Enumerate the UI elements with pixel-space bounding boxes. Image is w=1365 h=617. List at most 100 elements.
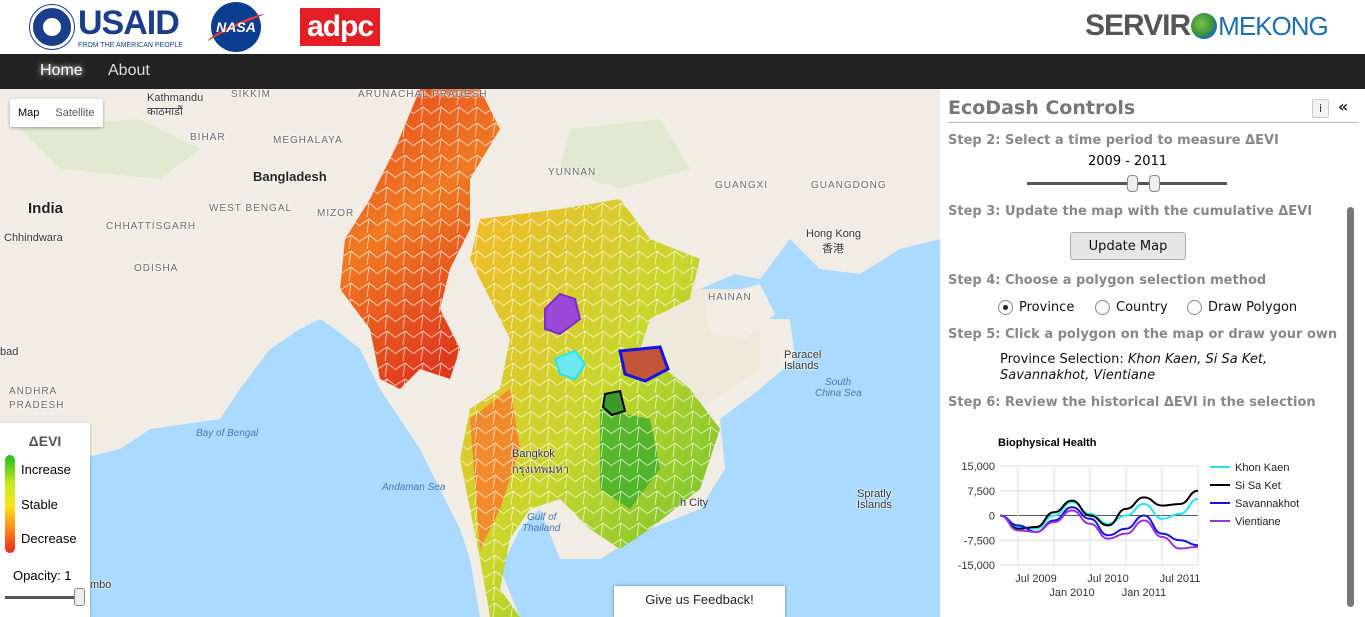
info-button[interactable]: i	[1312, 99, 1329, 118]
map-label: CHHATTISGARH	[106, 221, 197, 232]
period-slider-end-handle[interactable]	[1149, 175, 1160, 192]
biophysical-health-chart: Biophysical Health 15,000 7,500 0 -7,500 -15…	[958, 437, 1300, 599]
map-label: MIZOR	[317, 208, 355, 219]
navbar: Home About	[0, 54, 1365, 89]
collapse-panel-icon[interactable]: «	[1338, 97, 1348, 116]
adpc-logo[interactable]: adpc	[300, 8, 380, 46]
province-selection: Province Selection: Khon Kaen, Si Sa Ket…	[1000, 352, 1300, 384]
evi-legend: ΔEVI Increase Stable Decrease Opacity: 1	[0, 423, 90, 617]
y-tick-label: 0	[989, 511, 995, 523]
legend-increase-label: Increase	[21, 462, 71, 477]
y-tick-label: -7,500	[964, 535, 995, 547]
map-label: Bangladesh	[253, 169, 327, 184]
map-label: h City	[680, 497, 709, 509]
servir-mekong-logo[interactable]: SERVIR MEKONG	[1085, 8, 1329, 44]
radio-country[interactable]: Country	[1095, 300, 1168, 315]
map-label: Bangkok	[512, 448, 555, 460]
legend-entry: Vientiane	[1235, 516, 1281, 528]
map-label: Gulf of	[527, 512, 557, 523]
usaid-wordmark: USAID	[78, 3, 180, 42]
series-line-khon-kaen	[999, 498, 1199, 530]
y-tick-label: -15,000	[958, 560, 995, 572]
map-label: Islands	[784, 360, 819, 372]
map-label: SIKKIM	[231, 89, 271, 100]
globe-icon	[1191, 13, 1218, 39]
legend-title: ΔEVI	[28, 433, 62, 449]
map-type-map-button[interactable]: Map	[10, 99, 47, 127]
map-label: Chhindwara	[4, 232, 63, 244]
step6-heading: Step 6: Review the historical ΔEVI in th…	[948, 395, 1316, 410]
radio-province[interactable]: Province	[998, 300, 1074, 315]
legend-decrease-label: Decrease	[21, 531, 77, 546]
map-label: bad	[0, 346, 19, 358]
ecodash-controls-panel: EcoDash Controls i « Step 2: Select a ti…	[940, 89, 1365, 617]
selection-label: Province Selection:	[1000, 352, 1124, 367]
map-label: GUANGXI	[715, 180, 769, 191]
panel-title: EcoDash Controls	[948, 97, 1136, 119]
legend-entry: Khon Kaen	[1235, 462, 1289, 474]
x-tick-label: Jul 2010	[1087, 573, 1129, 585]
legend-stable-label: Stable	[21, 497, 58, 512]
map-canvas[interactable]: Kathmandu काठमाडौं SIKKIM ARUNACHAL PRAD…	[0, 89, 940, 617]
y-tick-label: 7,500	[967, 486, 995, 498]
nasa-wordmark: NASA	[216, 19, 256, 35]
step4-heading: Step 4: Choose a polygon selection metho…	[948, 273, 1267, 288]
legend-color-ramp	[5, 455, 15, 553]
step5-heading: Step 5: Click a polygon on the map or dr…	[948, 327, 1338, 342]
divider	[948, 122, 1358, 123]
x-tick-label: Jul 2009	[1015, 573, 1057, 585]
map-label: PRADESH	[9, 400, 65, 411]
nav-about-link[interactable]: About	[108, 62, 150, 80]
map-label: China Sea	[815, 388, 862, 399]
map-label: HAINAN	[708, 292, 752, 303]
opacity-slider[interactable]	[5, 596, 83, 599]
map-label: ARUNACHAL PRADESH	[358, 89, 488, 100]
period-slider-start-handle[interactable]	[1127, 175, 1138, 192]
map-label: BIHAR	[190, 132, 226, 143]
map-type-satellite-button[interactable]: Satellite	[47, 99, 102, 127]
radio-province-control[interactable]	[998, 300, 1013, 315]
usaid-tagline: FROM THE AMERICAN PEOPLE	[78, 41, 183, 49]
x-tick-label: Jul 2011	[1160, 573, 1201, 585]
header: USAID FROM THE AMERICAN PEOPLE NASA adpc…	[0, 0, 1365, 54]
map-label: GUANGDONG	[811, 180, 887, 191]
series-line-si-sa-ket	[999, 489, 1199, 530]
map-label: Hong Kong	[806, 228, 862, 240]
x-tick-label: Jan 2010	[1049, 587, 1094, 599]
adpc-wordmark: adpc	[306, 10, 374, 43]
chart-title: Biophysical Health	[998, 437, 1097, 449]
nasa-logo[interactable]: NASA	[206, 2, 271, 52]
map-label: Bay of Bengal	[196, 428, 259, 439]
usaid-logo[interactable]: USAID FROM THE AMERICAN PEOPLE	[30, 4, 183, 50]
map-type-control: Map Satellite	[10, 99, 103, 127]
map-label: Kathmandu	[147, 92, 204, 104]
radio-draw-polygon[interactable]: Draw Polygon	[1187, 300, 1297, 315]
legend-entry: Savannakhot	[1235, 498, 1299, 510]
map-label: mbo	[90, 579, 112, 591]
step2-heading: Step 2: Select a time period to measure …	[948, 133, 1279, 148]
map-label: काठमाडौं	[147, 106, 183, 118]
map-label: Islands	[857, 499, 892, 511]
map-label: ANDHRA	[9, 386, 58, 397]
mekong-wordmark: MEKONG	[1218, 10, 1329, 41]
usaid-seal-icon	[30, 5, 74, 49]
radio-country-control[interactable]	[1095, 300, 1110, 315]
map-label: กรุงเทพมหา	[512, 464, 569, 476]
opacity-slider-handle[interactable]	[74, 588, 85, 606]
radio-country-label: Country	[1116, 300, 1168, 315]
map-label: ODISHA	[134, 263, 179, 274]
nav-home-link[interactable]: Home	[40, 62, 83, 80]
servir-wordmark: SERVIR	[1085, 9, 1191, 42]
radio-draw-polygon-control[interactable]	[1187, 300, 1202, 315]
map-label: YUNNAN	[548, 167, 597, 178]
map-label: Thailand	[522, 523, 561, 534]
feedback-button[interactable]: Give us Feedback!	[614, 586, 785, 617]
radio-draw-polygon-label: Draw Polygon	[1208, 300, 1298, 315]
opacity-label: Opacity: 1	[13, 568, 72, 583]
x-tick-label: Jan 2011	[1122, 587, 1166, 599]
map-label: 香港	[822, 243, 844, 255]
map-label: WEST BENGAL	[209, 203, 293, 214]
panel-scrollbar[interactable]	[1347, 207, 1354, 607]
update-map-button[interactable]: Update Map	[1070, 232, 1186, 260]
map-label: Andaman Sea	[382, 482, 446, 493]
